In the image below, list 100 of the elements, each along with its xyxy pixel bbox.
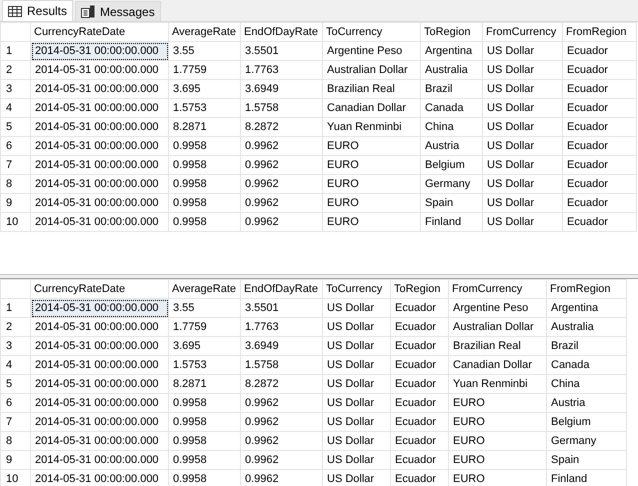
table-cell[interactable]: Ecuador: [562, 60, 636, 80]
table-cell[interactable]: 1.5758: [240, 356, 322, 374]
table-cell[interactable]: US Dollar: [482, 212, 562, 232]
table-cell[interactable]: 2014-05-31 00:00:00.000: [30, 98, 168, 118]
table-cell[interactable]: 0.9958: [168, 394, 240, 412]
table-cell[interactable]: Brazilian Real: [322, 80, 420, 98]
table-cell[interactable]: US Dollar: [482, 98, 562, 118]
table-cell[interactable]: Canadian Dollar: [322, 98, 420, 118]
table-cell[interactable]: Spain: [420, 194, 482, 212]
table-cell[interactable]: 8.2872: [240, 374, 322, 394]
table-cell[interactable]: 8.2871: [168, 118, 240, 136]
table-cell[interactable]: 0.9962: [240, 212, 322, 232]
table-cell[interactable]: US Dollar: [322, 298, 390, 318]
table-cell[interactable]: EURO: [322, 174, 420, 194]
table-cell[interactable]: 0.9958: [168, 412, 240, 432]
table-cell[interactable]: Ecuador: [562, 98, 636, 118]
table-cell[interactable]: 2014-05-31 00:00:00.000: [30, 156, 168, 174]
table-cell[interactable]: 2014-05-31 00:00:00.000: [30, 394, 168, 412]
table-cell[interactable]: 2014-05-31 00:00:00.000: [30, 356, 168, 374]
table-cell[interactable]: EURO: [322, 136, 420, 156]
table-cell[interactable]: 3.5501: [240, 298, 322, 318]
column-header[interactable]: FromRegion: [562, 22, 636, 42]
table-cell[interactable]: Austria: [420, 136, 482, 156]
table-cell[interactable]: Australian Dollar: [322, 60, 420, 80]
table-cell[interactable]: 3.55: [168, 298, 240, 318]
table-cell[interactable]: Ecuador: [562, 136, 636, 156]
table-cell[interactable]: 2014-05-31 00:00:00.000: [30, 298, 168, 318]
table-cell[interactable]: Ecuador: [562, 80, 636, 98]
table-cell[interactable]: 3.5501: [240, 42, 322, 60]
table-cell[interactable]: 1.7759: [168, 318, 240, 336]
table-cell[interactable]: Brazilian Real: [448, 336, 546, 356]
table-cell[interactable]: US Dollar: [322, 356, 390, 374]
table-cell[interactable]: Ecuador: [562, 118, 636, 136]
table-cell[interactable]: US Dollar: [322, 450, 390, 470]
column-header[interactable]: EndOfDayRate: [240, 280, 322, 298]
table-cell[interactable]: US Dollar: [482, 174, 562, 194]
table-cell[interactable]: China: [420, 118, 482, 136]
table-cell[interactable]: Australia: [420, 60, 482, 80]
table-cell[interactable]: 8.2872: [240, 118, 322, 136]
table-cell[interactable]: Ecuador: [390, 298, 448, 318]
table-cell[interactable]: Ecuador: [390, 374, 448, 394]
table-cell[interactable]: Yuan Renminbi: [322, 118, 420, 136]
table-cell[interactable]: 3.55: [168, 42, 240, 60]
table-cell[interactable]: US Dollar: [322, 412, 390, 432]
table-cell[interactable]: US Dollar: [482, 194, 562, 212]
table-cell[interactable]: 0.9958: [168, 450, 240, 470]
table-cell[interactable]: EURO: [448, 394, 546, 412]
tab[interactable]: Results: [2, 0, 74, 21]
table-cell[interactable]: Ecuador: [562, 174, 636, 194]
table-cell[interactable]: Yuan Renminbi: [448, 374, 546, 394]
table-cell[interactable]: Argentina: [546, 298, 626, 318]
column-header[interactable]: AverageRate: [168, 22, 240, 42]
table-cell[interactable]: 0.9958: [168, 432, 240, 450]
table-cell[interactable]: Australia: [546, 318, 626, 336]
table-cell[interactable]: Ecuador: [390, 356, 448, 374]
table-cell[interactable]: Ecuador: [390, 412, 448, 432]
table-cell[interactable]: Ecuador: [390, 432, 448, 450]
column-header[interactable]: FromCurrency: [482, 22, 562, 42]
table-cell[interactable]: EURO: [448, 450, 546, 470]
table-cell[interactable]: 3.6949: [240, 80, 322, 98]
table-cell[interactable]: 2014-05-31 00:00:00.000: [30, 118, 168, 136]
table-cell[interactable]: Germany: [420, 174, 482, 194]
table-cell[interactable]: 2014-05-31 00:00:00.000: [30, 336, 168, 356]
table-cell[interactable]: Brazil: [420, 80, 482, 98]
column-header[interactable]: CurrencyRateDate: [30, 22, 168, 42]
table-cell[interactable]: EURO: [448, 412, 546, 432]
table-cell[interactable]: 0.9962: [240, 136, 322, 156]
table-cell[interactable]: Argentine Peso: [448, 298, 546, 318]
table-cell[interactable]: EURO: [322, 156, 420, 174]
table-cell[interactable]: US Dollar: [322, 432, 390, 450]
column-header[interactable]: AverageRate: [168, 280, 240, 298]
table-cell[interactable]: 0.9962: [240, 432, 322, 450]
table-cell[interactable]: Ecuador: [562, 212, 636, 232]
table-cell[interactable]: Austria: [546, 394, 626, 412]
table-cell[interactable]: 2014-05-31 00:00:00.000: [30, 450, 168, 470]
table-cell[interactable]: Ecuador: [390, 336, 448, 356]
table-cell[interactable]: EURO: [322, 194, 420, 212]
table-cell[interactable]: 2014-05-31 00:00:00.000: [30, 412, 168, 432]
table-cell[interactable]: 8.2871: [168, 374, 240, 394]
table-cell[interactable]: 3.695: [168, 336, 240, 356]
column-header[interactable]: EndOfDayRate: [240, 22, 322, 42]
table-cell[interactable]: 2014-05-31 00:00:00.000: [30, 174, 168, 194]
table-cell[interactable]: US Dollar: [482, 42, 562, 60]
table-cell[interactable]: Spain: [546, 450, 626, 470]
table-cell[interactable]: Germany: [546, 432, 626, 450]
table-cell[interactable]: Brazil: [546, 336, 626, 356]
table-cell[interactable]: Canada: [546, 356, 626, 374]
table-cell[interactable]: 1.7763: [240, 318, 322, 336]
table-cell[interactable]: 0.9958: [168, 174, 240, 194]
table-cell[interactable]: Finland: [420, 212, 482, 232]
table-cell[interactable]: 2014-05-31 00:00:00.000: [30, 194, 168, 212]
table-cell[interactable]: 0.9958: [168, 212, 240, 232]
table-cell[interactable]: 1.7763: [240, 60, 322, 80]
table-cell[interactable]: 0.9958: [168, 194, 240, 212]
table-cell[interactable]: Canadian Dollar: [448, 356, 546, 374]
table-cell[interactable]: Belgium: [420, 156, 482, 174]
tab[interactable]: Messages: [75, 1, 161, 21]
table-cell[interactable]: Ecuador: [390, 394, 448, 412]
table-cell[interactable]: 0.9962: [240, 194, 322, 212]
table-cell[interactable]: US Dollar: [482, 118, 562, 136]
